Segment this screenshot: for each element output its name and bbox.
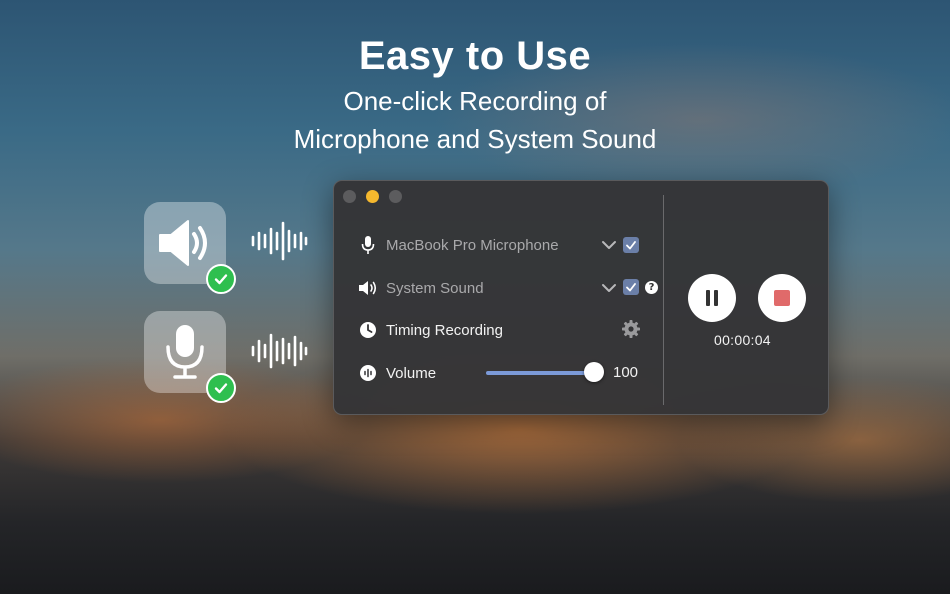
- timing-recording-row[interactable]: Timing Recording: [358, 318, 503, 342]
- close-window-button[interactable]: [343, 190, 356, 203]
- volume-slider-handle[interactable]: [584, 362, 604, 382]
- hero-title: Easy to Use: [358, 34, 592, 78]
- timing-recording-label: Timing Recording: [386, 321, 503, 339]
- volume-row: Volume: [358, 361, 436, 385]
- chevron-down-icon[interactable]: [600, 281, 618, 295]
- volume-value: 100: [613, 364, 639, 381]
- microphone-icon: [166, 325, 204, 379]
- clock-icon: [358, 320, 378, 340]
- hero-subtitle-line1: One-click Recording of: [343, 86, 607, 116]
- sound-wave-icon: [251, 221, 308, 261]
- system-sound-checkbox[interactable]: [623, 279, 639, 295]
- minimize-window-button[interactable]: [366, 190, 379, 203]
- source-label-system-sound: System Sound: [386, 279, 484, 297]
- check-badge-icon: [206, 373, 236, 403]
- microphone-tile: [144, 311, 236, 403]
- recorder-window: MacBook Pro Microphone System Sound ? Ti…: [333, 180, 829, 415]
- help-icon[interactable]: ?: [645, 281, 658, 294]
- stop-icon: [774, 290, 790, 306]
- speaker-tile: [144, 202, 236, 294]
- hero-subtitle-line2: Microphone and System Sound: [293, 124, 657, 154]
- speaker-icon: [358, 278, 378, 298]
- microphone-icon: [358, 235, 378, 255]
- speaker-icon: [159, 220, 207, 266]
- volume-icon: [358, 363, 378, 383]
- panel-divider: [663, 195, 664, 405]
- volume-label: Volume: [386, 364, 437, 382]
- gear-icon[interactable]: [621, 319, 641, 339]
- pause-icon: [706, 290, 718, 306]
- volume-slider-track[interactable]: [486, 371, 596, 375]
- sound-wave-icon: [251, 333, 308, 369]
- source-label-microphone: MacBook Pro Microphone: [386, 236, 559, 254]
- check-badge-icon: [206, 264, 236, 294]
- microphone-checkbox[interactable]: [623, 237, 639, 253]
- recording-timer: 00:00:04: [714, 332, 771, 348]
- source-row-system-sound: System Sound: [358, 276, 484, 300]
- zoom-window-button[interactable]: [389, 190, 402, 203]
- source-row-microphone: MacBook Pro Microphone: [358, 233, 559, 257]
- chevron-down-icon[interactable]: [600, 238, 618, 252]
- stop-button[interactable]: [758, 274, 806, 322]
- pause-button[interactable]: [688, 274, 736, 322]
